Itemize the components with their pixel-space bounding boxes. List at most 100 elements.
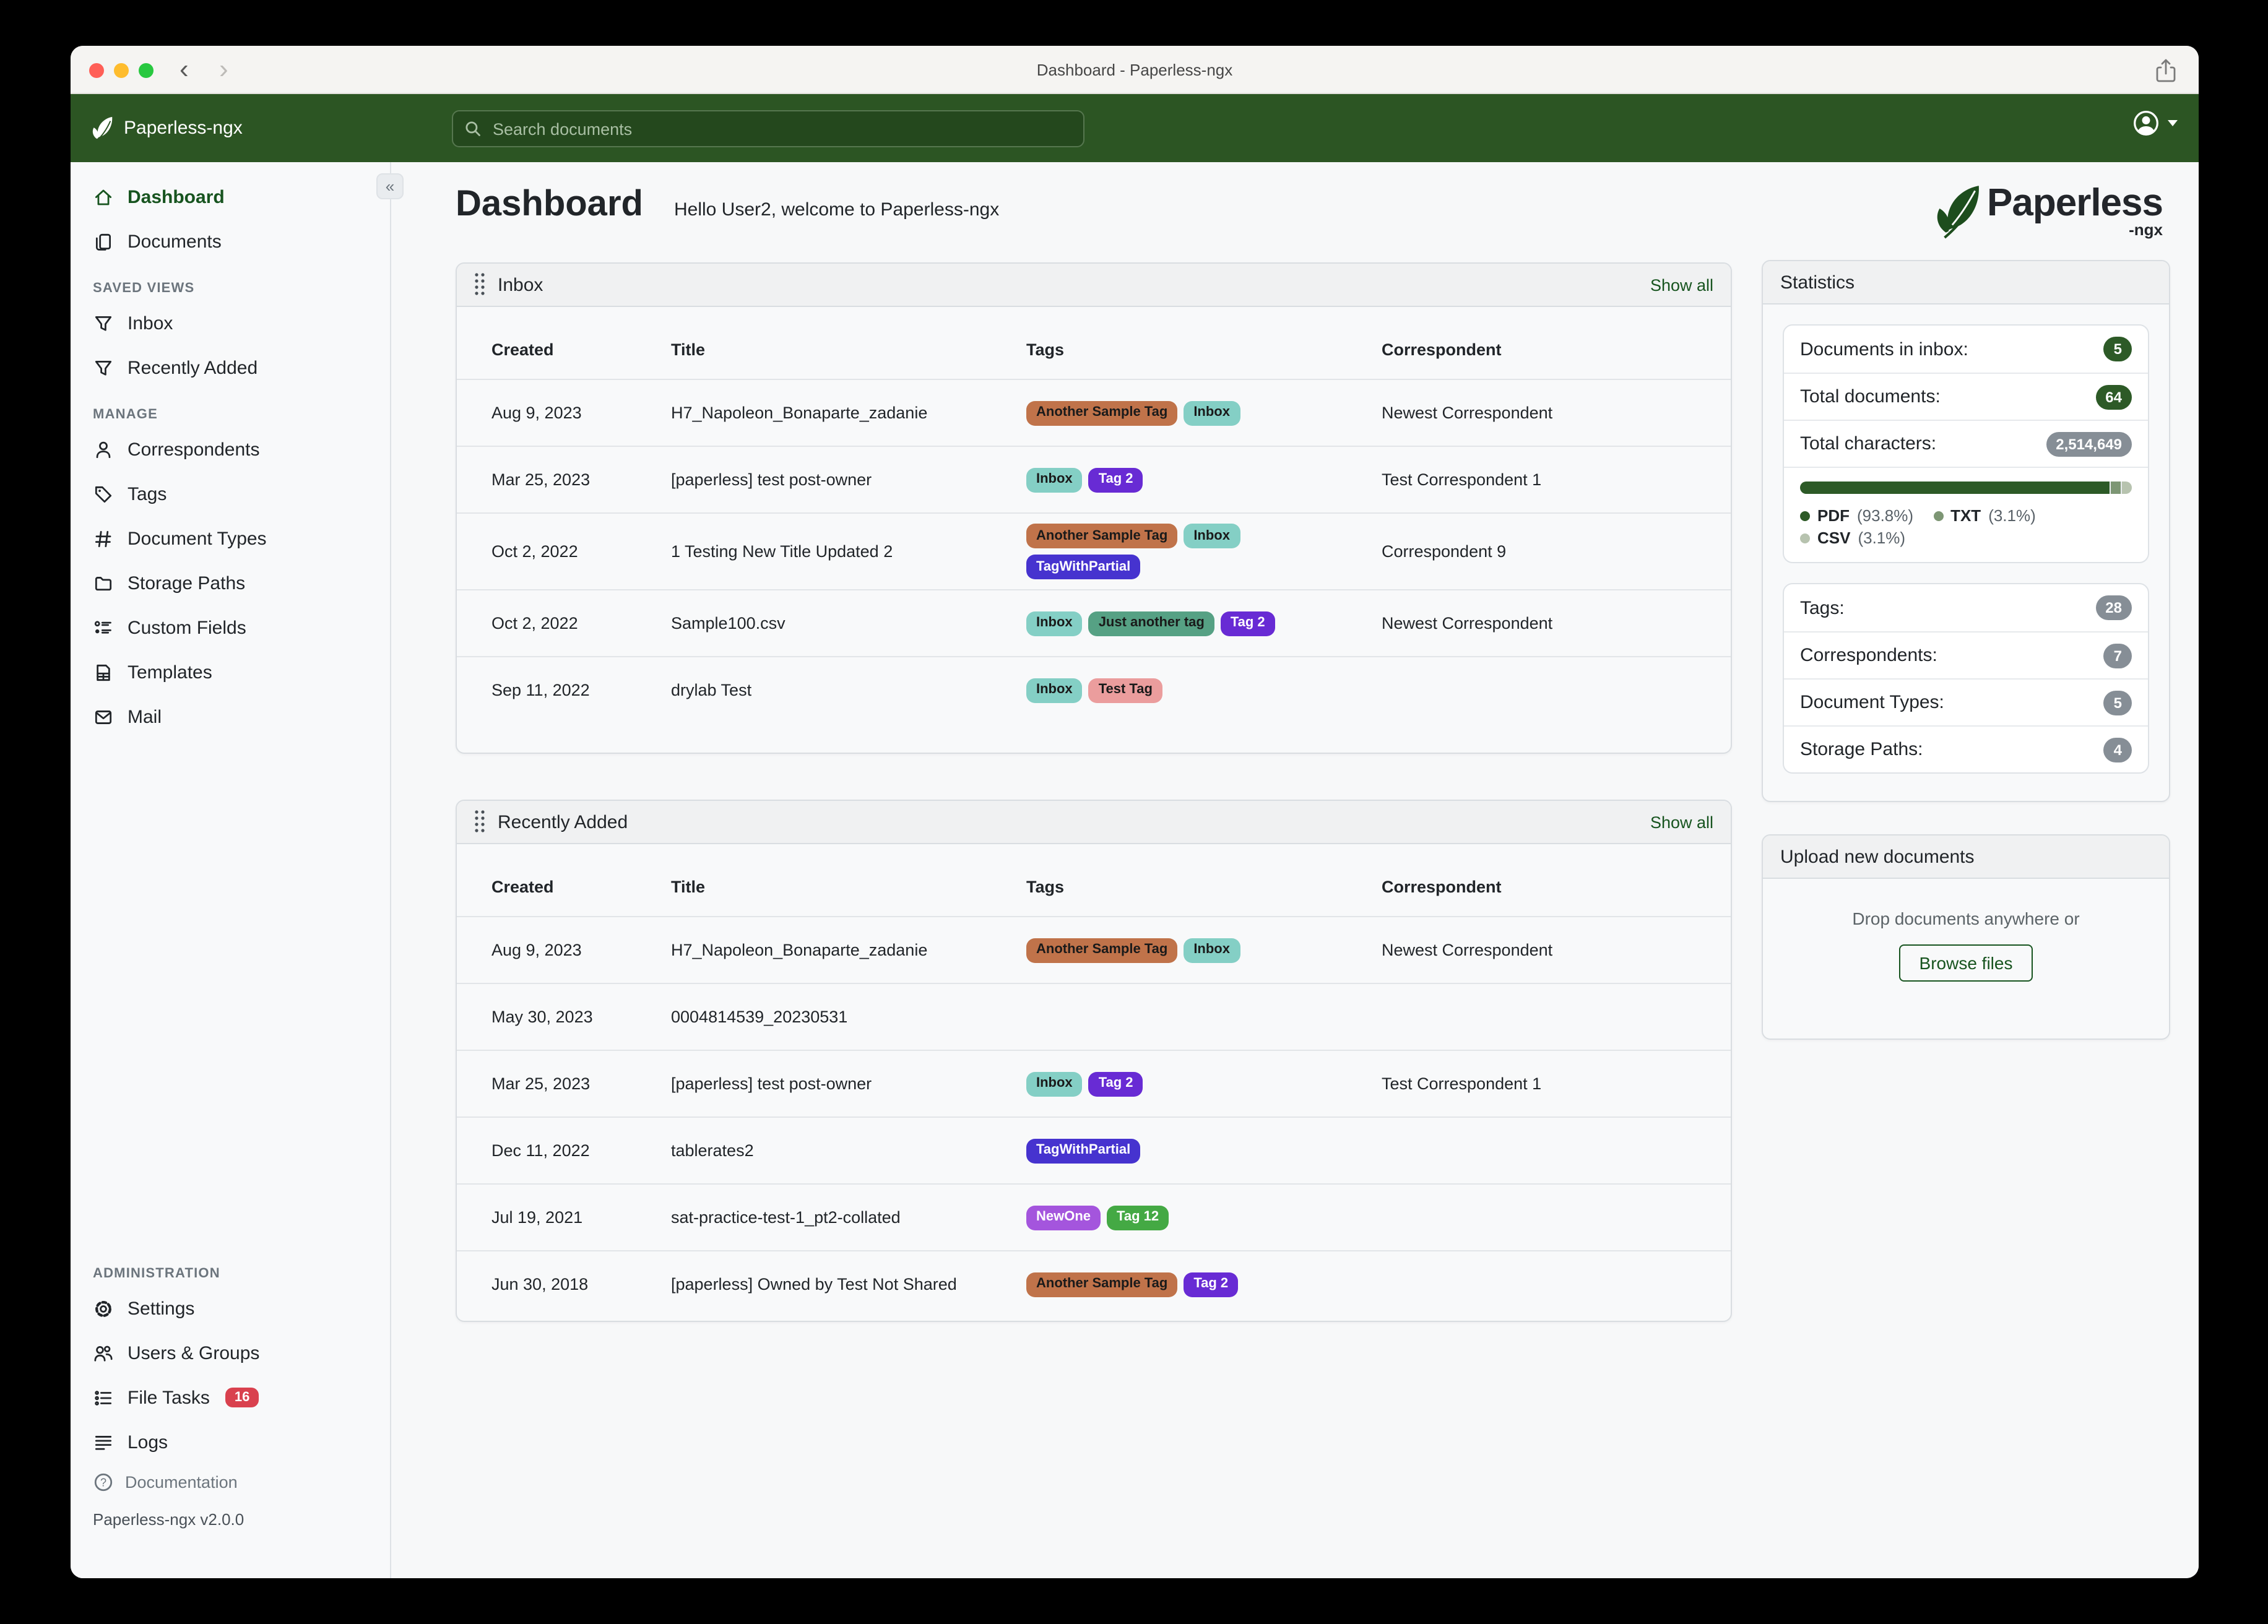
tag-pill[interactable]: Another Sample Tag (1026, 938, 1178, 962)
tag-pill[interactable]: Tag 2 (1088, 1071, 1143, 1096)
sidebar-item-mail[interactable]: Mail (71, 694, 390, 739)
tag-pill[interactable]: Tag 12 (1107, 1205, 1169, 1230)
tags-cell: TagWithPartial (1026, 1128, 1382, 1173)
filter-icon (95, 360, 112, 375)
window-body: « Dashboard Documents SAVED VIEWS Inbox Rece… (71, 162, 2199, 1578)
created-cell: Aug 9, 2023 (491, 404, 582, 422)
show-all-link[interactable]: Show all (1650, 813, 1713, 831)
tag-pill[interactable]: Inbox (1026, 611, 1083, 636)
title-cell[interactable]: [paperless] Owned by Test Not Shared (671, 1275, 1026, 1294)
sidebar-item-file-tasks[interactable]: File Tasks 16 (71, 1375, 390, 1420)
created-cell: Dec 11, 2022 (491, 1141, 590, 1160)
search-input[interactable] (490, 118, 1072, 139)
legend-pct: (93.8%) (1857, 506, 1914, 525)
browse-files-button[interactable]: Browse files (1899, 944, 2033, 982)
title-cell[interactable]: tablerates2 (671, 1141, 1026, 1160)
title-cell[interactable]: 1 Testing New Title Updated 2 (671, 542, 1026, 561)
stat-row: Total documents: 64 (1784, 373, 2148, 420)
sidebar-item-label: Logs (128, 1432, 168, 1453)
tag-pill[interactable]: Inbox (1184, 938, 1240, 962)
tag-pill[interactable]: TagWithPartial (1026, 1138, 1141, 1163)
tag-pill[interactable]: Inbox (1184, 400, 1240, 425)
table-row: Sep 11, 2022 drylab Test Inbox Test Tag (457, 656, 1731, 723)
stat-value-badge: 2,514,649 (2046, 431, 2132, 456)
sidebar-item-label: Document Types (128, 528, 267, 549)
tags-cell: Inbox Just another tag Tag 2 (1026, 601, 1382, 646)
tags-cell: Inbox Tag 2 (1026, 1061, 1382, 1106)
sidebar-item-settings[interactable]: Settings (71, 1286, 390, 1331)
table-header-row: Created Title Tags Correspondent (457, 307, 1731, 379)
title-cell[interactable]: sat-practice-test-1_pt2-collated (671, 1208, 1026, 1227)
documentation-link[interactable]: ? Documentation (93, 1464, 368, 1500)
sidebar-section-title: ADMINISTRATION (93, 1266, 220, 1281)
correspondent-cell[interactable]: Newest Correspondent (1382, 614, 1706, 633)
brand-name: Paperless-ngx (124, 118, 243, 139)
tag-pill[interactable]: Just another tag (1088, 611, 1214, 636)
tag-pill[interactable]: Tag 2 (1184, 1272, 1239, 1297)
sidebar-item-custom-fields[interactable]: Custom Fields (71, 605, 390, 650)
title-cell[interactable]: [paperless] test post-owner (671, 470, 1026, 489)
user-menu[interactable] (2133, 110, 2178, 136)
correspondent-cell[interactable]: Newest Correspondent (1382, 941, 1706, 959)
sidebar-item-dashboard[interactable]: Dashboard (71, 175, 390, 219)
upload-dropzone[interactable]: Drop documents anywhere or Browse files (1763, 879, 2169, 1001)
correspondent-cell[interactable]: Newest Correspondent (1382, 404, 1706, 422)
correspondent-cell[interactable]: Test Correspondent 1 (1382, 470, 1706, 489)
tag-pill[interactable]: Tag 2 (1220, 611, 1275, 636)
sidebar-item-label: Users & Groups (128, 1342, 260, 1363)
sidebar-item-storage-paths[interactable]: Storage Paths (71, 561, 390, 605)
paperless-leaf-icon (1937, 186, 1979, 239)
sidebar-item-correspondents[interactable]: Correspondents (71, 427, 390, 472)
correspondent-cell[interactable]: Correspondent 9 (1382, 542, 1706, 561)
drag-handle-icon[interactable] (474, 810, 485, 834)
title-cell[interactable]: H7_Napoleon_Bonaparte_zadanie (671, 941, 1026, 959)
greeting-text: Hello User2, welcome to Paperless-ngx (673, 199, 1000, 220)
tag-pill[interactable]: Another Sample Tag (1026, 400, 1178, 425)
tag-pill[interactable]: Inbox (1026, 1071, 1083, 1096)
tag-pill[interactable]: Another Sample Tag (1026, 1272, 1178, 1297)
drag-handle-icon[interactable] (474, 272, 485, 297)
table-header-row: Created Title Tags Correspondent (457, 844, 1731, 916)
tag-pill[interactable]: NewOne (1026, 1205, 1101, 1230)
tag-pill[interactable]: Test Tag (1088, 678, 1162, 702)
card-title: Recently Added (498, 811, 628, 832)
brand[interactable]: Paperless-ngx (71, 114, 243, 142)
created-cell: Oct 2, 2022 (491, 614, 578, 633)
tag-pill[interactable]: Inbox (1026, 467, 1083, 492)
sidebar-item-users-groups[interactable]: Users & Groups (71, 1331, 390, 1375)
card-title: Inbox (498, 274, 543, 295)
title-cell[interactable]: drylab Test (671, 681, 1026, 699)
tags-cell: Another Sample Tag Inbox (1026, 391, 1382, 435)
stat-label: Total documents: (1800, 386, 1941, 407)
show-all-link[interactable]: Show all (1650, 275, 1713, 294)
correspondent-cell[interactable]: Test Correspondent 1 (1382, 1074, 1706, 1093)
sidebar-item-templates[interactable]: Templates (71, 650, 390, 694)
bar-segment-txt (2110, 482, 2121, 494)
tag-pill[interactable]: Another Sample Tag (1026, 524, 1178, 548)
bar-segment-csv (2121, 482, 2132, 494)
created-cell: Jul 19, 2021 (491, 1208, 583, 1227)
stat-value-badge: 7 (2103, 643, 2132, 668)
sidebar-item-label: Templates (128, 662, 212, 683)
statistics-card: Statistics Documents in inbox: 5 Total doc… (1762, 260, 2170, 802)
app-version: Paperless-ngx v2.0.0 (93, 1510, 245, 1529)
statistics-count-list: Documents in inbox: 5 Total documents: 64 To… (1783, 324, 2149, 563)
title-cell[interactable]: H7_Napoleon_Bonaparte_zadanie (671, 404, 1026, 422)
title-cell[interactable]: Sample100.csv (671, 614, 1026, 633)
sidebar-item-logs[interactable]: Logs (71, 1420, 390, 1464)
sidebar-item-document-types[interactable]: Document Types (71, 516, 390, 561)
sidebar-item-tags[interactable]: Tags (71, 472, 390, 516)
tag-pill[interactable]: Inbox (1184, 524, 1240, 548)
share-icon[interactable] (2155, 58, 2176, 89)
search-box (452, 110, 1084, 147)
stat-row: Tags: 28 (1784, 584, 2148, 631)
tag-pill[interactable]: Inbox (1026, 678, 1083, 702)
sidebar-collapse-button[interactable]: « (376, 173, 404, 199)
sidebar-item-documents[interactable]: Documents (71, 219, 390, 264)
title-cell[interactable]: 0004814539_20230531 (671, 1008, 1026, 1026)
tag-pill[interactable]: TagWithPartial (1026, 555, 1141, 579)
sidebar-item-inbox[interactable]: Inbox (71, 301, 390, 345)
title-cell[interactable]: [paperless] test post-owner (671, 1074, 1026, 1093)
sidebar-item-recently-added[interactable]: Recently Added (71, 345, 390, 390)
tag-pill[interactable]: Tag 2 (1088, 467, 1143, 492)
